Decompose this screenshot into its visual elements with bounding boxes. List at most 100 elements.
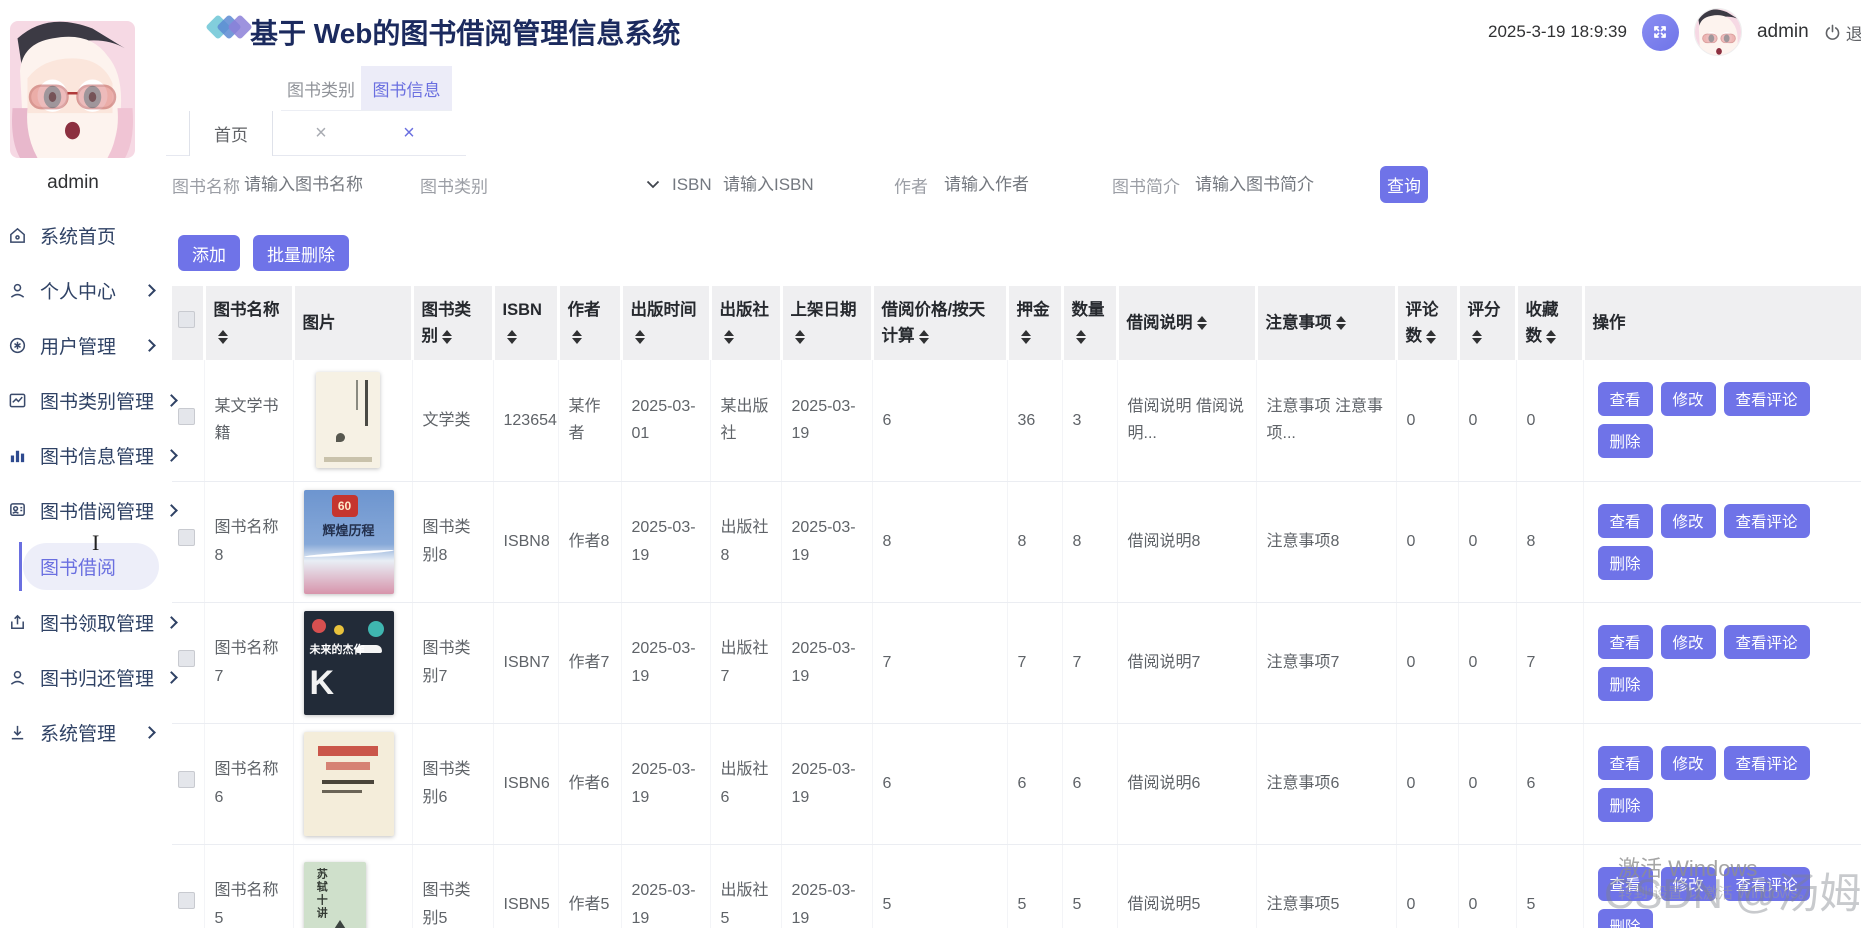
book-intro-input[interactable] <box>1195 175 1360 195</box>
cover-title: 苏轼十讲 <box>312 868 331 920</box>
row-checkbox[interactable] <box>178 771 195 788</box>
sort-icon[interactable] <box>795 330 805 344</box>
chevron-down-icon[interactable] <box>646 176 660 194</box>
delete-button[interactable]: 删除 <box>1598 667 1653 701</box>
view-button[interactable]: 查看 <box>1598 746 1653 780</box>
cell-deposit: 5 <box>1007 844 1062 928</box>
cover-badge: 60 <box>332 495 358 517</box>
cell-author: 作者7 <box>558 602 621 723</box>
sidebar-item-book-info[interactable]: 图书信息管理 <box>0 428 166 483</box>
edit-button[interactable]: 修改 <box>1661 625 1716 659</box>
cell-notice: 注意事项5 <box>1256 844 1396 928</box>
fullscreen-button[interactable] <box>1642 14 1679 51</box>
sort-icon[interactable] <box>1197 316 1207 330</box>
sort-icon[interactable] <box>635 330 645 344</box>
view-comments-button[interactable]: 查看评论 <box>1724 867 1810 901</box>
cell-isbn: ISBN8 <box>493 481 558 602</box>
book-cover-image: 60 辉煌历程 <box>304 490 394 594</box>
chevron-right-icon <box>143 726 156 739</box>
sort-icon[interactable] <box>218 330 228 344</box>
cell-publish-date: 2025-03-19 <box>621 602 710 723</box>
sort-icon[interactable] <box>1336 316 1346 330</box>
isbn-input[interactable] <box>723 175 873 195</box>
sort-icon[interactable] <box>442 330 452 344</box>
row-checkbox[interactable] <box>178 650 195 667</box>
sort-icon[interactable] <box>919 330 929 344</box>
toolbar: 添加 批量删除 <box>166 214 1861 286</box>
edit-button[interactable]: 修改 <box>1661 746 1716 780</box>
view-button[interactable]: 查看 <box>1598 382 1653 416</box>
sidebar-item-users[interactable]: 用户管理 <box>0 318 166 373</box>
view-comments-button[interactable]: 查看评论 <box>1724 504 1810 538</box>
close-tab-icon[interactable]: × <box>306 111 336 156</box>
cell-rating: 0 <box>1458 360 1516 481</box>
sidebar-item-label: 图书领取管理 <box>40 609 154 636</box>
view-button[interactable]: 查看 <box>1598 625 1653 659</box>
cell-author: 作者8 <box>558 481 621 602</box>
sidebar-username: admin <box>0 172 146 194</box>
sidebar-item-label: 系统管理 <box>40 719 116 746</box>
sort-icon[interactable] <box>724 330 734 344</box>
user-icon <box>8 668 27 687</box>
book-cover-image: 未来的杰作 K <box>304 611 394 715</box>
view-comments-button[interactable]: 查看评论 <box>1724 625 1810 659</box>
text-cursor: I <box>92 530 99 556</box>
row-checkbox[interactable] <box>178 892 195 909</box>
sidebar-item-book-borrow[interactable]: 图书借阅管理 <box>0 483 166 538</box>
book-cover-image <box>304 732 394 836</box>
sidebar-item-home[interactable]: 系统首页 <box>0 208 166 263</box>
cell-comments: 0 <box>1396 360 1458 481</box>
edit-button[interactable]: 修改 <box>1661 504 1716 538</box>
chevron-right-icon <box>143 284 156 297</box>
sort-icon[interactable] <box>507 330 517 344</box>
sidebar-item-label: 图书归还管理 <box>40 664 154 691</box>
sort-icon[interactable] <box>1472 330 1482 344</box>
batch-delete-button[interactable]: 批量删除 <box>253 235 349 271</box>
sidebar-item-book-category[interactable]: 图书类别管理 <box>0 373 166 428</box>
bar-chart-icon <box>8 446 27 465</box>
book-name-input[interactable] <box>244 175 404 195</box>
delete-button[interactable]: 删除 <box>1598 424 1653 458</box>
sidebar-subitem-book-borrow[interactable]: 图书借阅 I <box>23 543 159 590</box>
cell-category: 图书类别6 <box>412 723 493 844</box>
edit-button[interactable]: 修改 <box>1661 382 1716 416</box>
fullscreen-icon <box>1651 23 1669 41</box>
table-row: 图书名称8 60 辉煌历程 图书类别8 ISBN8 作者8 2025-03-19… <box>172 481 1861 602</box>
view-comments-button[interactable]: 查看评论 <box>1724 382 1810 416</box>
row-checkbox[interactable] <box>178 408 195 425</box>
timestamp: 2025-3-19 18:9:39 <box>1488 22 1627 42</box>
delete-button[interactable]: 删除 <box>1598 909 1653 928</box>
cover-title: 辉煌历程 <box>304 520 394 542</box>
view-button[interactable]: 查看 <box>1598 867 1653 901</box>
cell-author: 某作者 <box>558 360 621 481</box>
sort-icon[interactable] <box>1021 330 1031 344</box>
author-input[interactable] <box>944 175 1094 195</box>
sidebar-item-profile[interactable]: 个人中心 <box>0 263 166 318</box>
delete-button[interactable]: 删除 <box>1598 788 1653 822</box>
query-button[interactable]: 查询 <box>1380 166 1428 203</box>
select-all-checkbox[interactable] <box>178 311 195 328</box>
cell-book-name: 图书名称6 <box>204 723 293 844</box>
add-button[interactable]: 添加 <box>178 235 240 271</box>
row-checkbox[interactable] <box>178 529 195 546</box>
sort-icon[interactable] <box>572 330 582 344</box>
header-avatar <box>1694 8 1742 56</box>
cover-letter: K <box>310 655 335 713</box>
sort-icon[interactable] <box>1076 330 1086 344</box>
close-tab-icon[interactable]: × <box>394 111 424 156</box>
sidebar-item-book-return[interactable]: 图书归还管理 <box>0 650 166 705</box>
sort-icon[interactable] <box>1546 330 1556 344</box>
sidebar-item-system[interactable]: 系统管理 <box>0 705 166 760</box>
sort-icon[interactable] <box>1426 330 1436 344</box>
view-button[interactable]: 查看 <box>1598 504 1653 538</box>
edit-button[interactable]: 修改 <box>1661 867 1716 901</box>
view-comments-button[interactable]: 查看评论 <box>1724 746 1810 780</box>
sidebar-item-book-pickup[interactable]: 图书领取管理 <box>0 595 166 650</box>
books-table: 图书名称 图片 图书类别 ISBN 作者 出版时间 出版社 上架日期 借阅价格/… <box>172 286 1861 928</box>
tab-book-info[interactable]: 图书信息 <box>361 66 452 111</box>
tab-book-category[interactable]: 图书类别 <box>281 66 361 111</box>
tab-home[interactable]: 首页 <box>189 111 273 156</box>
active-indicator-bar <box>19 542 22 591</box>
logout-button[interactable]: 退出 <box>1824 20 1861 45</box>
delete-button[interactable]: 删除 <box>1598 546 1653 580</box>
